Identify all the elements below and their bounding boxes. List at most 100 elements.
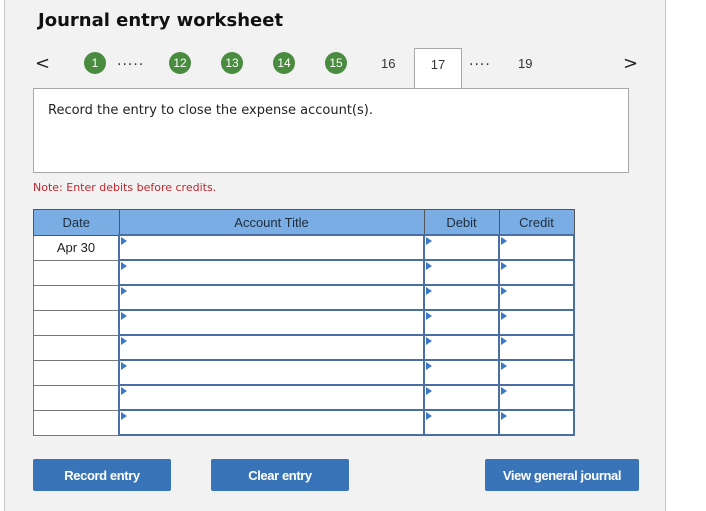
date-cell xyxy=(33,409,120,436)
page-title: Journal entry worksheet xyxy=(38,10,284,31)
dropdown-indicator-icon xyxy=(501,237,507,245)
step-17-active-tab[interactable]: 17 xyxy=(414,48,462,88)
header-debit: Debit xyxy=(423,209,500,236)
account-title-input[interactable] xyxy=(120,361,427,384)
dropdown-indicator-icon xyxy=(426,387,432,395)
dropdown-indicator-icon xyxy=(121,337,127,345)
dropdown-indicator-icon xyxy=(501,262,507,270)
debit-cell xyxy=(423,334,502,361)
debit-cell xyxy=(423,284,502,311)
dropdown-indicator-icon xyxy=(426,337,432,345)
debit-cell xyxy=(423,259,502,286)
prompt-box: Record the entry to close the expense ac… xyxy=(33,88,629,173)
account-title-input[interactable] xyxy=(120,286,427,309)
note-text: Note: Enter debits before credits. xyxy=(33,181,217,194)
credit-cell xyxy=(498,384,577,411)
debit-input[interactable] xyxy=(425,361,502,384)
table-row xyxy=(33,359,577,386)
dropdown-indicator-icon xyxy=(121,262,127,270)
dropdown-indicator-icon xyxy=(426,362,432,370)
record-entry-button[interactable]: Record entry xyxy=(33,459,171,491)
debit-input[interactable] xyxy=(425,286,502,309)
debit-input[interactable] xyxy=(425,411,502,434)
date-cell xyxy=(33,309,120,336)
dropdown-indicator-icon xyxy=(501,312,507,320)
journal-entry-table: Date Account Title Debit Credit Apr 30 xyxy=(33,209,577,436)
credit-input[interactable] xyxy=(500,361,577,384)
debit-input[interactable] xyxy=(425,236,502,259)
clear-entry-button[interactable]: Clear entry xyxy=(211,459,349,491)
view-general-journal-button[interactable]: View general journal xyxy=(485,459,639,491)
credit-input[interactable] xyxy=(500,311,577,334)
credit-cell xyxy=(498,409,577,436)
dropdown-indicator-icon xyxy=(501,412,507,420)
credit-cell xyxy=(498,334,577,361)
table-row xyxy=(33,309,577,336)
date-cell xyxy=(33,334,120,361)
account-title-input[interactable] xyxy=(120,336,427,359)
date-cell: Apr 30 xyxy=(33,234,120,261)
dropdown-indicator-icon xyxy=(501,337,507,345)
account-title-input[interactable] xyxy=(120,261,427,284)
account-cell xyxy=(118,359,427,386)
table-row xyxy=(33,284,577,311)
credit-input[interactable] xyxy=(500,411,577,434)
step-12-button[interactable]: 12 xyxy=(169,52,191,74)
dropdown-indicator-icon xyxy=(426,412,432,420)
account-title-input[interactable] xyxy=(120,411,427,434)
account-cell xyxy=(118,234,427,261)
step-14-button[interactable]: 14 xyxy=(273,52,295,74)
table-row xyxy=(33,259,577,286)
step-navigation: < 1 ..... 12 13 14 15 16 17 .... 19 > xyxy=(0,48,706,88)
step-15-button[interactable]: 15 xyxy=(325,52,347,74)
step-ellipsis: ..... xyxy=(117,53,145,69)
credit-input[interactable] xyxy=(500,286,577,309)
header-date: Date xyxy=(33,209,120,236)
credit-cell xyxy=(498,309,577,336)
debit-input[interactable] xyxy=(425,336,502,359)
dropdown-indicator-icon xyxy=(426,312,432,320)
account-cell xyxy=(118,384,427,411)
account-title-input[interactable] xyxy=(120,311,427,334)
account-cell xyxy=(118,309,427,336)
account-title-input[interactable] xyxy=(120,386,427,409)
debit-cell xyxy=(423,384,502,411)
date-cell xyxy=(33,384,120,411)
credit-cell xyxy=(498,234,577,261)
debit-cell xyxy=(423,359,502,386)
credit-cell xyxy=(498,284,577,311)
step-ellipsis-2: .... xyxy=(469,53,491,69)
dropdown-indicator-icon xyxy=(426,237,432,245)
debit-input[interactable] xyxy=(425,386,502,409)
account-cell xyxy=(118,284,427,311)
step-16-button[interactable]: 16 xyxy=(381,56,395,71)
prompt-text: Record the entry to close the expense ac… xyxy=(48,103,373,118)
table-row xyxy=(33,334,577,361)
dropdown-indicator-icon xyxy=(121,312,127,320)
step-13-button[interactable]: 13 xyxy=(221,52,243,74)
table-header-row: Date Account Title Debit Credit xyxy=(33,209,575,236)
step-1-button[interactable]: 1 xyxy=(84,52,106,74)
credit-input[interactable] xyxy=(500,336,577,359)
step-19-button[interactable]: 19 xyxy=(518,56,532,71)
debit-cell xyxy=(423,234,502,261)
chevron-right-icon[interactable]: > xyxy=(623,53,638,74)
table-row xyxy=(33,409,577,436)
debit-cell xyxy=(423,409,502,436)
dropdown-indicator-icon xyxy=(121,362,127,370)
date-cell xyxy=(33,359,120,386)
debit-input[interactable] xyxy=(425,261,502,284)
credit-cell xyxy=(498,359,577,386)
dropdown-indicator-icon xyxy=(501,287,507,295)
header-credit: Credit xyxy=(498,209,575,236)
dropdown-indicator-icon xyxy=(501,362,507,370)
chevron-left-icon[interactable]: < xyxy=(35,53,50,74)
dropdown-indicator-icon xyxy=(501,387,507,395)
credit-input[interactable] xyxy=(500,261,577,284)
credit-input[interactable] xyxy=(500,386,577,409)
debit-cell xyxy=(423,309,502,336)
credit-input[interactable] xyxy=(500,236,577,259)
account-title-input[interactable] xyxy=(120,236,427,259)
dropdown-indicator-icon xyxy=(121,287,127,295)
debit-input[interactable] xyxy=(425,311,502,334)
